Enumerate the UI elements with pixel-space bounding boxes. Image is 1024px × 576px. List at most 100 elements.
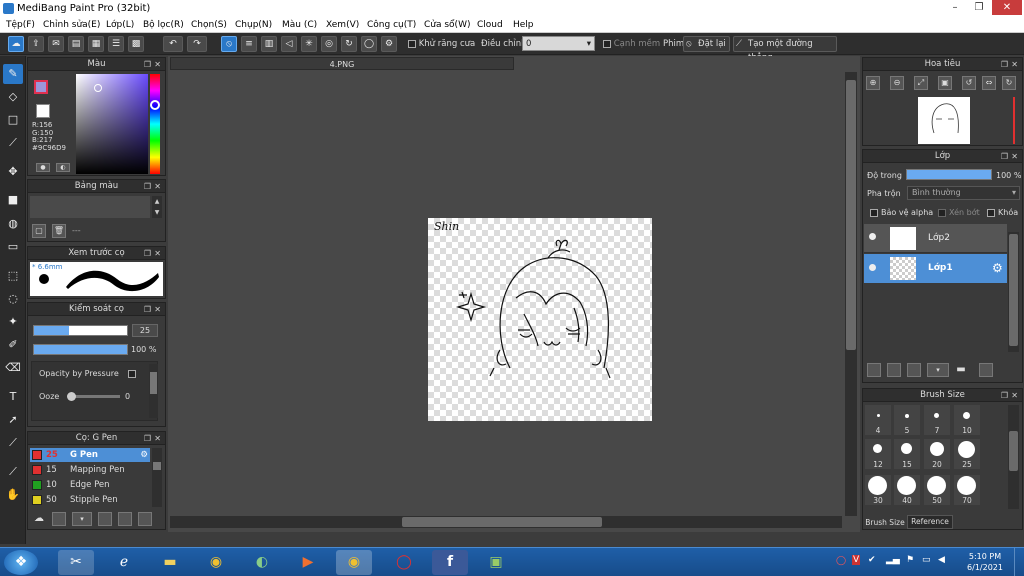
brush-size-slider[interactable] [33, 325, 128, 336]
cross-snap-icon[interactable]: ▥ [261, 36, 277, 52]
tab-reference[interactable]: Reference [907, 515, 953, 529]
popout-icon[interactable]: ❐ [1001, 150, 1008, 163]
menu-window[interactable]: Cửa sổ(W) [424, 17, 470, 33]
brush-size-10[interactable]: 10 [954, 405, 980, 435]
eraser-tool-icon[interactable]: ◇ [3, 87, 23, 107]
vanish-snap-icon[interactable]: ◁ [281, 36, 297, 52]
new-layer-icon[interactable] [867, 363, 881, 377]
delete-palette-icon[interactable]: 🗑 [52, 224, 66, 238]
menu-select[interactable]: Chọn(S) [191, 17, 227, 33]
taskbar-ie-icon[interactable]: ℯ [106, 550, 142, 575]
scroll-thumb[interactable] [846, 80, 856, 350]
tab-brush-size[interactable]: Brush Size [865, 516, 905, 529]
scroll-thumb[interactable] [150, 372, 157, 394]
duplicate-brush-icon[interactable] [138, 512, 152, 526]
menu-file[interactable]: Tệp(F) [6, 17, 35, 33]
select-pen-icon[interactable]: ✐ [3, 335, 23, 355]
redo-icon[interactable]: ↷ [187, 36, 207, 52]
brush-size-12[interactable]: 12 [865, 439, 891, 469]
circle-snap-icon[interactable]: ◎ [321, 36, 337, 52]
menu-help[interactable]: Help [513, 17, 534, 33]
brush-size-50[interactable]: 50 [924, 475, 950, 505]
select-tool-icon[interactable]: ⬚ [3, 266, 23, 286]
scroll-thumb[interactable] [1009, 431, 1018, 471]
brush-size-4[interactable]: 4 [865, 405, 891, 435]
divide-tool-icon[interactable]: ⟋ [3, 433, 23, 453]
snap-off-icon[interactable]: ⦸ [221, 36, 237, 52]
palette-swatch-area[interactable] [30, 196, 150, 218]
tray-battery-icon[interactable]: ▭ [922, 555, 931, 565]
close-button[interactable]: ✕ [992, 0, 1022, 15]
brush-size-40[interactable]: 40 [894, 475, 920, 505]
select-eraser-icon[interactable]: ⌫ [3, 358, 23, 378]
close-icon[interactable]: ✕ [154, 180, 161, 193]
tray-opera-icon[interactable]: ◯ [836, 556, 846, 566]
document-tab[interactable]: 4.PNG [170, 57, 514, 70]
menu-tools[interactable]: Công cụ(T) [367, 17, 416, 33]
layer-list-scrollbar[interactable] [1008, 232, 1019, 352]
zoom-out-icon[interactable]: ⊖ [890, 76, 904, 90]
maximize-button[interactable]: ❐ [968, 0, 990, 15]
hue-slider[interactable] [150, 74, 160, 174]
comment-icon[interactable]: ✉ [48, 36, 64, 52]
flip-icon[interactable]: ⇔ [982, 76, 996, 90]
layer-opacity-slider[interactable] [906, 169, 992, 180]
brush-item-mapping-pen[interactable]: 15 Mapping Pen [30, 463, 150, 477]
brush-item-g-pen[interactable]: 25 G Pen ⚙ [30, 448, 150, 462]
scroll-thumb[interactable] [402, 517, 602, 527]
close-icon[interactable]: ✕ [154, 58, 161, 71]
transparent-swatch[interactable] [36, 104, 50, 118]
sv-cursor[interactable] [94, 84, 102, 92]
brush-size-scrollbar[interactable] [1008, 405, 1019, 509]
tray-signal-icon[interactable]: ▂▄ [886, 555, 900, 565]
create-line-button[interactable]: ⟋Tạo một đường thẳng [733, 36, 837, 63]
popout-icon[interactable]: ❐ [144, 247, 151, 260]
magic-wand-icon[interactable]: ✦ [3, 312, 23, 332]
tray-flag-icon[interactable]: ⚑ [906, 555, 914, 565]
blur-tool-icon[interactable]: ⟋ [3, 133, 23, 153]
taskbar-game-icon[interactable]: ▣ [478, 550, 514, 575]
radial-snap-icon[interactable]: ✳ [301, 36, 317, 52]
add-brush-menu-icon[interactable]: ▾ [72, 512, 92, 526]
layer-row-lop1[interactable]: Lớp1 ⚙ [864, 254, 1007, 283]
menu-filter[interactable]: Bộ lọc(R) [143, 17, 184, 33]
visibility-eye-icon[interactable] [869, 264, 876, 271]
close-icon[interactable]: ✕ [1011, 150, 1018, 163]
new-halftone-layer-icon[interactable] [887, 363, 901, 377]
gear-icon[interactable]: ⚙ [140, 448, 148, 462]
taskbar-media-icon[interactable]: ▶ [290, 550, 326, 575]
taskbar-folder-icon[interactable]: ▬ [152, 550, 188, 575]
zoom-in-icon[interactable]: ⊕ [866, 76, 880, 90]
palette-scrollbar[interactable]: ▲ ▼ [152, 196, 162, 218]
list-icon[interactable]: ☰ [108, 36, 124, 52]
curve-snap-icon[interactable]: ↻ [341, 36, 357, 52]
dot-tool-icon[interactable]: □ [3, 110, 23, 130]
new-8bit-layer-icon[interactable] [907, 363, 921, 377]
menu-color[interactable]: Màu (C) [282, 17, 317, 33]
ooze-handle[interactable] [67, 392, 76, 401]
brush-options-scrollbar[interactable] [149, 364, 158, 418]
brush-size-value[interactable]: 25 [132, 324, 158, 337]
cloud-icon[interactable]: ☁ [8, 36, 24, 52]
menu-edit[interactable]: Chỉnh sửa(E) [43, 17, 100, 33]
canvas-horizontal-scrollbar[interactable] [170, 516, 842, 528]
minimize-button[interactable]: – [944, 0, 966, 15]
gradient-tool-icon[interactable]: ▭ [3, 237, 23, 257]
move-tool-icon[interactable]: ✥ [3, 162, 23, 182]
scroll-thumb[interactable] [153, 462, 161, 470]
soft-edge-option[interactable]: Cạnh mềm [603, 37, 660, 51]
layer-menu-icon[interactable]: ▾ [927, 363, 949, 377]
antialias-checkbox[interactable] [408, 39, 416, 48]
visibility-eye-icon[interactable] [869, 233, 876, 240]
gear-icon[interactable]: ⚙ [992, 261, 1003, 275]
blend-mode-select[interactable]: Bình thường ▾ [907, 186, 1020, 200]
new-brush-icon[interactable] [52, 512, 66, 526]
rotate-left-icon[interactable]: ↺ [962, 76, 976, 90]
eyedropper-tool-icon[interactable]: ⟋ [3, 462, 23, 482]
text-tool-icon[interactable]: T [3, 387, 23, 407]
lock-checkbox[interactable] [987, 209, 995, 217]
lasso-tool-icon[interactable]: ◌ [3, 289, 23, 309]
clipping-checkbox[interactable] [938, 209, 946, 217]
taskbar-paint-app-icon[interactable]: ✂ [58, 550, 94, 575]
grid-icon[interactable]: ▩ [128, 36, 144, 52]
